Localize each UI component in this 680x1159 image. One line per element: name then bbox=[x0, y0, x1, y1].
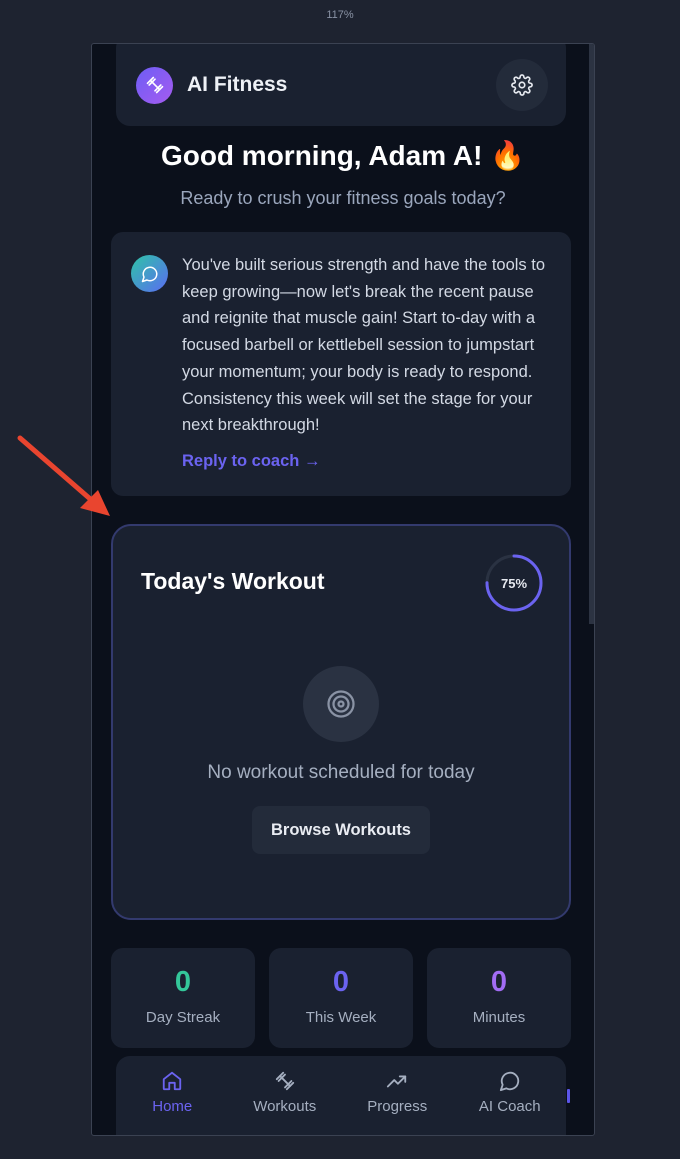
zoom-level: 117% bbox=[326, 9, 354, 20]
target-icon bbox=[327, 690, 355, 718]
coach-avatar bbox=[131, 255, 168, 292]
empty-state-icon-wrap bbox=[303, 666, 379, 742]
chat-bubble-icon bbox=[141, 266, 157, 282]
trending-up-icon bbox=[387, 1075, 407, 1088]
empty-state-text: No workout scheduled for today bbox=[207, 762, 475, 783]
nav-label: Home bbox=[152, 1098, 193, 1115]
greeting-subtitle: Ready to crush your fitness goals today? bbox=[180, 188, 506, 208]
stat-value: 0 bbox=[490, 966, 508, 998]
home-icon bbox=[163, 1071, 182, 1091]
greeting-title: Good morning, Adam A! 🔥 bbox=[160, 140, 526, 171]
nav-label: Workouts bbox=[253, 1098, 317, 1115]
app-header: AI Fitness bbox=[116, 44, 566, 126]
settings-button[interactable] bbox=[496, 59, 548, 111]
nav-workouts[interactable]: Workouts bbox=[229, 1070, 342, 1115]
workout-card-title: Today's Workout bbox=[141, 568, 325, 594]
chat-bubble-icon bbox=[499, 1071, 519, 1092]
scrollbar[interactable] bbox=[589, 44, 594, 624]
dumbbell-icon bbox=[136, 66, 173, 104]
stat-value: 0 bbox=[174, 966, 192, 998]
stat-value: 0 bbox=[332, 966, 350, 998]
coach-message-card: You've built serious strength and have t… bbox=[111, 232, 571, 496]
progress-percent: 75% bbox=[500, 575, 528, 591]
stat-minutes: 0 Minutes bbox=[427, 948, 571, 1048]
nav-label: Progress bbox=[367, 1098, 428, 1115]
reply-to-coach-link[interactable]: Reply to coach → bbox=[182, 452, 320, 471]
todays-workout-card: Today's Workout 75% No workout scheduled… bbox=[111, 524, 571, 920]
nav-progress[interactable]: Progress bbox=[341, 1070, 454, 1115]
app-title: AI Fitness bbox=[187, 73, 288, 96]
nav-home[interactable]: Home bbox=[116, 1070, 229, 1115]
coach-message-text: You've built serious strength and have t… bbox=[182, 256, 546, 435]
stat-label: Minutes bbox=[472, 1009, 526, 1026]
stat-day-streak: 0 Day Streak bbox=[111, 948, 255, 1048]
gear-icon bbox=[511, 74, 533, 96]
annotation-arrow-icon bbox=[17, 435, 110, 516]
nav-label: AI Coach bbox=[478, 1098, 541, 1115]
browse-workouts-button[interactable]: Browse Workouts bbox=[252, 806, 430, 854]
stat-label: Day Streak bbox=[145, 1009, 221, 1026]
app-viewport: AI Fitness Good morning, Adam A! 🔥 Ready… bbox=[91, 43, 595, 1136]
nav-ai-coach[interactable]: AI Coach bbox=[454, 1070, 567, 1115]
bottom-navigation: Home Workouts Progress AI Coach bbox=[116, 1056, 567, 1135]
nav-edge-indicator bbox=[567, 1089, 570, 1103]
dumbbell-icon bbox=[275, 1071, 294, 1091]
stats-row: 0 Day Streak 0 This Week 0 Minutes bbox=[111, 948, 571, 1048]
stat-this-week: 0 This Week bbox=[269, 948, 413, 1048]
stat-label: This Week bbox=[305, 1009, 377, 1026]
